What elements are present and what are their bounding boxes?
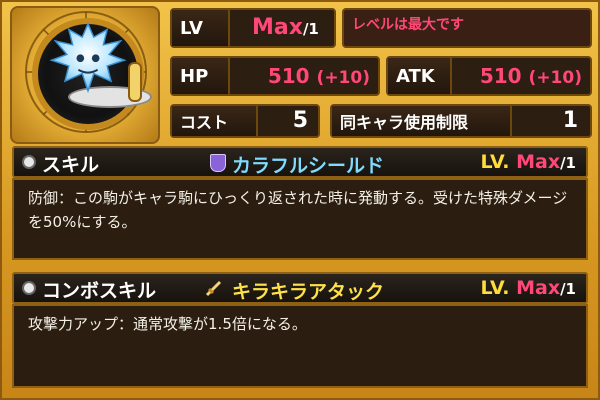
- hp-label: HP: [172, 58, 230, 94]
- hp-value-group: 510 (+10): [268, 64, 370, 88]
- lv-label: LV: [172, 10, 230, 46]
- sword-icon: [205, 280, 222, 297]
- lv-notice: レベルは最大です: [352, 17, 464, 33]
- atk-value: 510: [479, 64, 522, 88]
- combo-header: コンボスキル キラキラアタック LV. Max/1: [12, 272, 588, 304]
- skill-description: 防御：この駒がキャラ駒にひっくり返された時に発動する。受けた特殊ダメージを50%…: [28, 189, 568, 231]
- combo-description: 攻撃力アップ：通常攻撃が1.5倍になる。: [28, 315, 307, 333]
- cost-box: コスト 5: [170, 104, 320, 138]
- combo-name: キラキラアタック: [232, 281, 385, 303]
- hp-value: 510: [267, 64, 310, 88]
- combo-lv-slash: /1: [560, 280, 576, 298]
- combo-bullet-icon: [22, 281, 36, 295]
- usage-limit-box: 同キャラ使用制限 1: [330, 104, 592, 138]
- combo-lv-prefix: LV.: [480, 277, 510, 299]
- lv-box: LV Max/1: [170, 8, 336, 48]
- combo-level-group: LV. Max/1: [481, 277, 577, 299]
- circle-bullet-icon: [22, 155, 36, 169]
- lv-value-group: Max/1: [252, 15, 319, 40]
- hp-box: HP 510 (+10): [170, 56, 380, 96]
- atk-value-group: 510 (+10): [480, 64, 582, 88]
- hp-bonus: (+10): [316, 68, 370, 88]
- combo-description-panel: 攻撃力アップ：通常攻撃が1.5倍になる。: [12, 304, 588, 388]
- atk-label: ATK: [388, 58, 452, 94]
- character-portrait-frame: [10, 6, 160, 144]
- combo-section-label: コンボスキル: [42, 280, 157, 302]
- portrait-dial: [32, 18, 152, 130]
- skill-section-label: スキル: [42, 154, 100, 176]
- combo-lv-value: Max: [516, 277, 561, 299]
- lv-slash: /1: [302, 20, 319, 38]
- atk-box: ATK 510 (+10): [386, 56, 592, 96]
- cost-label: コスト: [172, 106, 258, 136]
- skill-header: スキル カラフルシールド LV. Max/1: [12, 146, 588, 178]
- lv-notice-box: レベルは最大です: [342, 8, 592, 48]
- skill-description-panel: 防御：この駒がキャラ駒にひっくり返された時に発動する。受けた特殊ダメージを50%…: [12, 178, 588, 260]
- skill-lv-slash: /1: [560, 154, 576, 172]
- lv-value: Max: [252, 15, 303, 40]
- atk-bonus: (+10): [528, 68, 582, 88]
- usage-limit-label: 同キャラ使用制限: [332, 106, 512, 136]
- skill-level-group: LV. Max/1: [481, 151, 577, 173]
- skill-lv-value: Max: [516, 151, 561, 173]
- skill-name: カラフルシールド: [232, 155, 385, 177]
- usage-limit-value: 1: [562, 108, 578, 133]
- dial-handle: [128, 62, 142, 102]
- skill-lv-prefix: LV.: [480, 151, 510, 173]
- crystal-dragon-icon: [49, 21, 127, 94]
- shield-icon: [210, 154, 226, 172]
- cost-value: 5: [292, 108, 308, 133]
